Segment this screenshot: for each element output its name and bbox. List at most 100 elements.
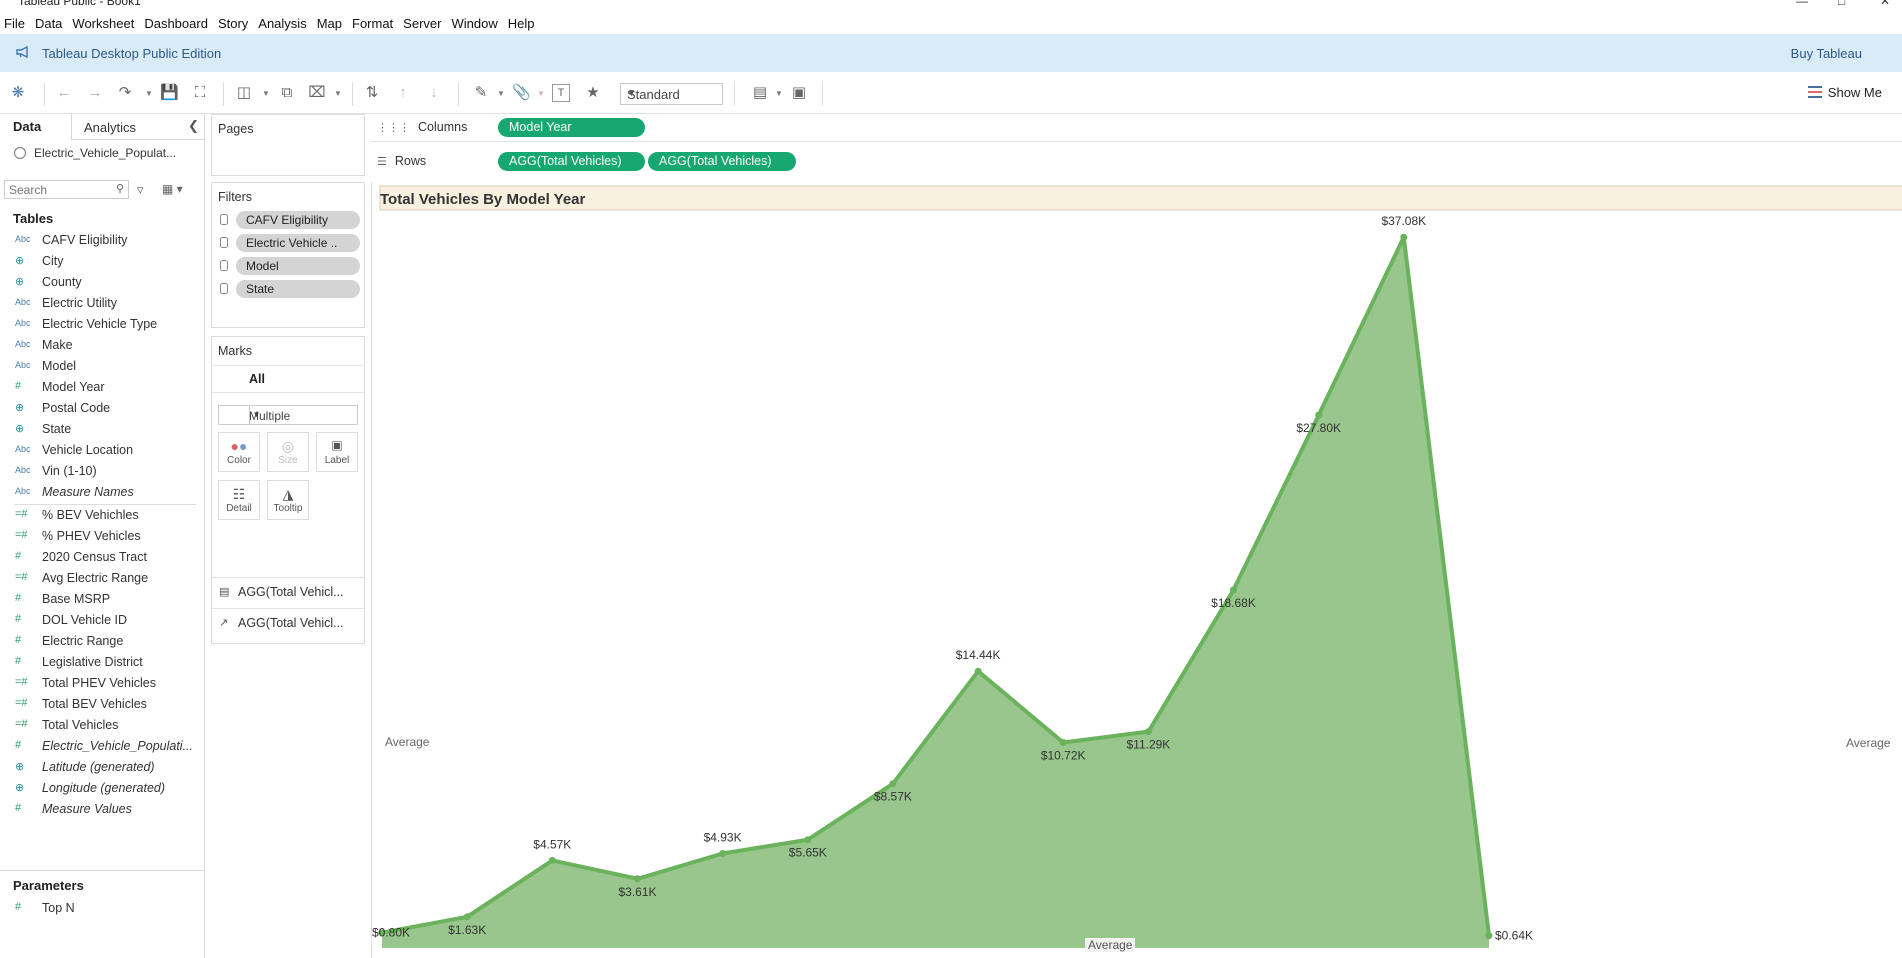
menu-window[interactable]: Window bbox=[447, 16, 503, 31]
field-item[interactable]: =# % PHEV Vehicles bbox=[0, 526, 204, 547]
close-icon[interactable]: ✕ bbox=[1880, 0, 1890, 8]
marks-all-tab[interactable]: All bbox=[212, 365, 364, 393]
rows-pill-total-vehicles[interactable]: AGG(Total Vehicles) bbox=[498, 152, 645, 171]
marks-layer-area[interactable]: ▤ AGG(Total Vehicl... bbox=[212, 577, 364, 607]
detail-button[interactable]: ☷ Detail bbox=[218, 480, 260, 520]
sort-descending-icon[interactable]: ↓ bbox=[425, 84, 443, 102]
field-item[interactable]: # Measure Values bbox=[0, 799, 204, 820]
field-item[interactable]: Abc Electric Utility bbox=[0, 293, 204, 314]
filter-pill[interactable]: Model bbox=[220, 257, 360, 275]
menu-map[interactable]: Map bbox=[313, 16, 348, 31]
menu-format[interactable]: Format bbox=[348, 16, 399, 31]
data-point[interactable] bbox=[1315, 411, 1323, 419]
mark-type-select[interactable]: Multiple ▼ bbox=[218, 405, 358, 425]
datasource-item[interactable]: Electric_Vehicle_Populat... bbox=[14, 146, 176, 160]
group-members-icon[interactable]: 📎 bbox=[512, 84, 531, 102]
menu-story[interactable]: Story bbox=[214, 16, 254, 31]
data-point[interactable] bbox=[634, 875, 641, 883]
menu-server[interactable]: Server bbox=[399, 16, 447, 31]
highlight-icon[interactable]: ✎ bbox=[472, 84, 490, 102]
duplicate-sheet-icon[interactable]: ⧉ bbox=[278, 84, 296, 102]
filter-pill[interactable]: Electric Vehicle .. bbox=[220, 234, 360, 252]
clear-sheet-icon[interactable]: ⌧ bbox=[308, 84, 326, 102]
field-item[interactable]: ⊕ Latitude (generated) bbox=[0, 757, 204, 778]
field-item[interactable]: Abc CAFV Eligibility bbox=[0, 230, 204, 251]
label-button[interactable]: ▣ Label bbox=[316, 432, 358, 472]
data-point[interactable] bbox=[1144, 728, 1152, 736]
group-dropdown-icon[interactable]: ▼ bbox=[537, 89, 545, 98]
columns-shelf[interactable]: ⋮⋮⋮ Columns Model Year bbox=[371, 114, 1902, 142]
view-options-icon[interactable]: ▦ ▾ bbox=[162, 182, 183, 196]
field-item[interactable]: # Electric Range bbox=[0, 631, 204, 652]
rows-pill-total-vehicles-2[interactable]: AGG(Total Vehicles) bbox=[648, 152, 796, 171]
search-input[interactable] bbox=[5, 181, 105, 198]
pages-shelf[interactable]: Pages bbox=[211, 114, 365, 176]
color-button[interactable]: ●● Color bbox=[218, 432, 260, 472]
data-point[interactable] bbox=[974, 667, 982, 675]
field-item[interactable]: ⊕ County bbox=[0, 272, 204, 293]
replay-dropdown-icon[interactable]: ▼ bbox=[145, 89, 153, 98]
data-point[interactable] bbox=[1230, 586, 1237, 594]
maximize-icon[interactable]: □ bbox=[1838, 0, 1845, 8]
field-item[interactable]: #2020 Census Tract bbox=[0, 547, 204, 568]
data-point[interactable] bbox=[1400, 233, 1408, 241]
field-item[interactable]: Abc Electric Vehicle Type bbox=[0, 314, 204, 335]
filter-pill[interactable]: CAFV Eligibility bbox=[220, 211, 360, 229]
replay-icon[interactable]: ↷ bbox=[116, 84, 134, 102]
minimize-icon[interactable]: — bbox=[1796, 0, 1808, 8]
show-me-button[interactable]: Show Me bbox=[1807, 85, 1882, 100]
data-point[interactable] bbox=[719, 850, 727, 857]
filter-pill[interactable]: State bbox=[220, 280, 360, 298]
new-datasource-icon[interactable]: ⛶ bbox=[191, 84, 209, 102]
field-item[interactable]: Abc Model bbox=[0, 356, 204, 377]
data-point[interactable] bbox=[804, 836, 812, 844]
show-cards-icon[interactable]: ▤ bbox=[751, 84, 769, 102]
swap-rows-columns-icon[interactable]: ⇅ bbox=[363, 84, 381, 102]
columns-pill-model-year[interactable]: Model Year bbox=[498, 118, 645, 137]
field-item[interactable]: =# Total BEV Vehicles bbox=[0, 694, 204, 715]
field-item[interactable]: =# Total Vehicles bbox=[0, 715, 204, 736]
menu-file[interactable]: File bbox=[0, 16, 31, 31]
new-worksheet-dropdown-icon[interactable]: ▼ bbox=[262, 89, 270, 98]
show-mark-labels-icon[interactable]: T bbox=[552, 84, 570, 102]
field-item[interactable]: # Top N bbox=[0, 898, 204, 919]
fit-select[interactable]: Standard ▼ bbox=[620, 83, 723, 105]
field-item[interactable]: ⊕ City bbox=[0, 251, 204, 272]
highlight-dropdown-icon[interactable]: ▼ bbox=[497, 89, 505, 98]
save-icon[interactable]: 💾 bbox=[160, 84, 179, 102]
field-item[interactable]: =# Avg Electric Range bbox=[0, 568, 204, 589]
field-item[interactable]: =# Total PHEV Vehicles bbox=[0, 673, 204, 694]
field-item[interactable]: # DOL Vehicle ID bbox=[0, 610, 204, 631]
field-item[interactable]: # Base MSRP bbox=[0, 589, 204, 610]
menu-worksheet[interactable]: Worksheet bbox=[68, 16, 140, 31]
data-point[interactable] bbox=[548, 856, 556, 864]
field-item[interactable]: Abc Vehicle Location bbox=[0, 440, 204, 461]
field-item[interactable]: Abc Measure Names bbox=[0, 482, 204, 503]
data-point[interactable] bbox=[1059, 739, 1067, 746]
buy-tableau-link[interactable]: Buy Tableau bbox=[1791, 46, 1862, 61]
sort-ascending-icon[interactable]: ↑ bbox=[394, 84, 412, 102]
clear-sheet-dropdown-icon[interactable]: ▼ bbox=[334, 89, 342, 98]
filters-shelf[interactable]: Filters CAFV Eligibility Electric Vehicl… bbox=[211, 182, 365, 328]
field-item[interactable]: Abc Make bbox=[0, 335, 204, 356]
collapse-pane-icon[interactable]: ❮ bbox=[188, 118, 199, 134]
data-point[interactable] bbox=[1485, 932, 1493, 940]
field-item[interactable]: ⊕ State bbox=[0, 419, 204, 440]
undo-icon[interactable]: ← bbox=[55, 84, 73, 102]
field-item[interactable]: ⊕ Longitude (generated) bbox=[0, 778, 204, 799]
fix-axes-icon[interactable]: ★ bbox=[584, 84, 602, 102]
marks-layer-line[interactable]: ↗ AGG(Total Vehicl... bbox=[212, 608, 364, 638]
redo-icon[interactable]: → bbox=[86, 84, 104, 102]
chart-canvas[interactable]: Total Vehicles By Model Year Average Ave… bbox=[372, 182, 1902, 958]
tab-data[interactable]: Data bbox=[0, 114, 72, 140]
field-item[interactable]: Abc Vin (1-10) bbox=[0, 461, 204, 482]
show-cards-dropdown-icon[interactable]: ▼ bbox=[775, 89, 783, 98]
field-item[interactable]: ⊕ Postal Code bbox=[0, 398, 204, 419]
menu-dashboard[interactable]: Dashboard bbox=[140, 16, 214, 31]
presentation-mode-icon[interactable]: ▣ bbox=[790, 84, 808, 102]
filter-fields-icon[interactable]: ▿ bbox=[137, 182, 144, 198]
menu-data[interactable]: Data bbox=[31, 16, 68, 31]
tooltip-button[interactable]: ◮ Tooltip bbox=[267, 480, 309, 520]
new-worksheet-icon[interactable]: ◫ bbox=[235, 84, 253, 102]
tableau-logo-icon[interactable]: ❋ bbox=[9, 84, 27, 102]
